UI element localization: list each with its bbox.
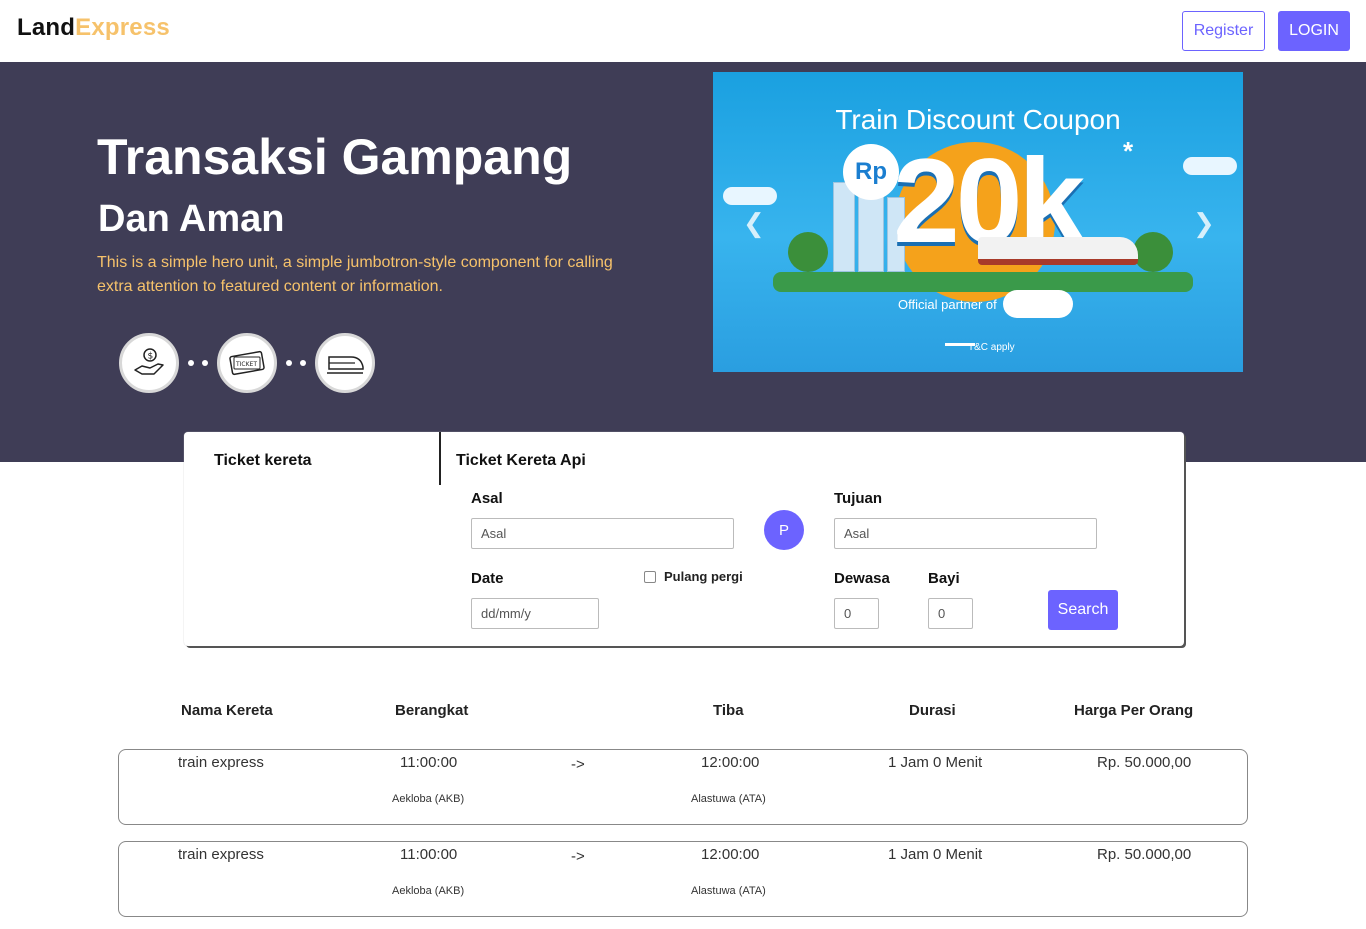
login-button[interactable]: LOGIN: [1278, 11, 1350, 51]
tujuan-label: Tujuan: [834, 490, 883, 507]
train-image: [978, 237, 1138, 265]
kereta-api-logo: [1002, 290, 1073, 318]
asal-label: Asal: [471, 490, 503, 507]
arrive-time: 12:00:00: [701, 846, 760, 863]
dewasa-input[interactable]: 0: [834, 598, 879, 629]
building-decoration: [833, 182, 855, 272]
arrive-station: Alastuwa (ATA): [691, 793, 766, 805]
depart-time: 11:00:00: [400, 754, 458, 771]
cloud-decoration: [1183, 157, 1237, 175]
ticket-icon-text: TICKET: [235, 361, 257, 368]
dewasa-label: Dewasa: [834, 570, 890, 587]
depart-station: Aekloba (AKB): [392, 793, 465, 805]
step-dots: [277, 360, 315, 366]
hero-description: This is a simple hero unit, a simple jum…: [97, 254, 613, 295]
train-icon: [315, 333, 375, 393]
search-button[interactable]: Search: [1048, 590, 1118, 630]
svg-text:$: $: [148, 352, 154, 362]
chevron-left-icon[interactable]: ❮: [743, 208, 765, 239]
chevron-right-icon[interactable]: ❯: [1193, 208, 1215, 239]
header-harga: Harga Per Orang: [1074, 702, 1194, 719]
tab-ticket-kereta[interactable]: Ticket kereta: [214, 452, 312, 470]
train-name: train express: [178, 846, 264, 863]
step-dots: [179, 360, 217, 366]
roundtrip-checkbox[interactable]: Pulang pergi: [644, 569, 743, 584]
header-nama-kereta: Nama Kereta: [181, 702, 273, 719]
depart-time: 11:00:00: [400, 846, 458, 863]
hero-title: Transaksi Gampang: [97, 129, 573, 185]
tree-decoration: [1133, 232, 1173, 272]
tujuan-input[interactable]: Asal: [834, 518, 1097, 549]
header-tiba: Tiba: [713, 702, 744, 719]
tab-ticket-kereta-api[interactable]: Ticket Kereta Api: [456, 452, 586, 470]
arrive-time: 12:00:00: [701, 754, 760, 771]
arrow-icon: ->: [571, 756, 585, 773]
ticket-search-card: Ticket kereta Ticket Kereta Api Asal Asa…: [184, 432, 1184, 646]
brand-part2: Express: [75, 14, 170, 41]
currency-badge: Rp: [843, 144, 899, 200]
brand-part1: Land: [17, 14, 76, 41]
roundtrip-label: Pulang pergi: [664, 569, 743, 584]
brand-logo[interactable]: LandExpress: [17, 14, 170, 42]
register-button[interactable]: Register: [1182, 11, 1265, 51]
tnc-text: T&C apply: [968, 342, 1015, 353]
money-hand-icon: $: [119, 333, 179, 393]
tab-divider: [439, 432, 441, 485]
result-row[interactable]: train express 11:00:00 Aekloba (AKB) -> …: [118, 841, 1248, 917]
result-row[interactable]: train express 11:00:00 Aekloba (AKB) -> …: [118, 749, 1248, 825]
carousel-asterisk: *: [1123, 136, 1134, 166]
asal-input[interactable]: Asal: [471, 518, 734, 549]
cloud-decoration: [723, 187, 777, 205]
bayi-label: Bayi: [928, 570, 960, 587]
tree-decoration: [788, 232, 828, 272]
hero-subtitle: Dan Aman: [98, 198, 285, 240]
partner-badge: Official partner of: [898, 290, 1073, 318]
price: Rp. 50.000,00: [1097, 754, 1192, 771]
train-name: train express: [178, 754, 264, 771]
date-input[interactable]: dd/mm/y: [471, 598, 599, 629]
navbar: LandExpress Register LOGIN: [0, 0, 1366, 62]
promo-carousel[interactable]: Train Discount Coupon 20k Rp * Official …: [713, 72, 1243, 372]
ticket-icon: TICKET: [217, 333, 277, 393]
price: Rp. 50.000,00: [1097, 846, 1192, 863]
header-berangkat: Berangkat: [395, 702, 469, 719]
depart-station: Aekloba (AKB): [392, 885, 465, 897]
hero-section: Transaksi Gampang Dan Aman This is a sim…: [0, 62, 1366, 462]
ground-decoration: [773, 272, 1193, 292]
duration: 1 Jam 0 Menit: [888, 754, 983, 771]
checkbox-icon[interactable]: [644, 570, 656, 583]
bayi-input[interactable]: 0: [928, 598, 973, 629]
steps-row: $ TICKET: [119, 333, 375, 393]
arrive-station: Alastuwa (ATA): [691, 885, 766, 897]
duration: 1 Jam 0 Menit: [888, 846, 983, 863]
date-label: Date: [471, 570, 504, 587]
header-durasi: Durasi: [909, 702, 956, 719]
swap-button[interactable]: P: [764, 510, 804, 550]
arrow-icon: ->: [571, 848, 585, 865]
partner-text: Official partner of: [898, 296, 997, 312]
